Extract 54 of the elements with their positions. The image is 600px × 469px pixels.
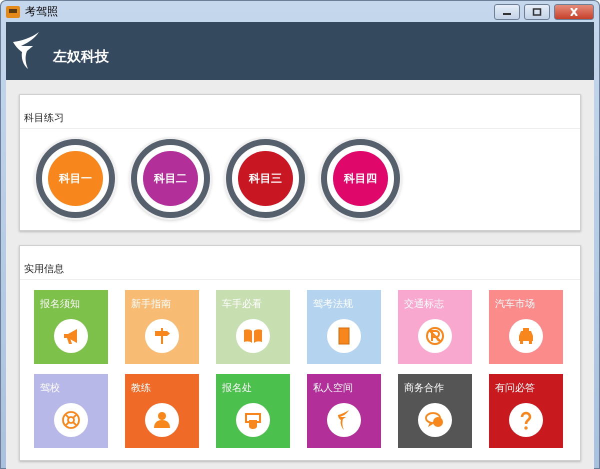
tile-icon	[145, 319, 179, 353]
subject-label: 科目四	[333, 151, 388, 206]
tile-label: 商务合作	[403, 382, 444, 395]
tile-icon	[236, 403, 270, 437]
info-tile[interactable]: 驾校	[34, 374, 108, 448]
close-icon	[569, 8, 579, 16]
subject-button[interactable]: 科目一	[36, 139, 115, 218]
window-title: 考驾照	[25, 4, 59, 19]
close-button[interactable]	[554, 4, 594, 20]
info-tile[interactable]: 汽车市场	[489, 290, 563, 364]
tile-label: 教练	[130, 382, 151, 395]
tile-icon	[327, 403, 361, 437]
subject-label: 科目一	[48, 151, 103, 206]
tile-icon	[145, 403, 179, 437]
minimize-button[interactable]	[494, 4, 520, 20]
maximize-button[interactable]	[524, 4, 550, 20]
section-title: 实用信息	[20, 246, 580, 280]
info-tile[interactable]: 驾考法规	[307, 290, 381, 364]
info-tile[interactable]: 车手必看	[216, 290, 290, 364]
subject-button[interactable]: 科目三	[226, 139, 305, 218]
subject-label: 科目三	[238, 151, 293, 206]
tile-icon	[236, 319, 270, 353]
info-tile[interactable]: 有问必答	[489, 374, 563, 448]
tile-label: 驾考法规	[312, 298, 353, 311]
tile-label: 报名处	[221, 382, 252, 395]
tile-icon	[327, 319, 361, 353]
tile-icon	[509, 403, 543, 437]
info-tile[interactable]: 交通标志	[398, 290, 472, 364]
info-tile[interactable]: 新手指南	[125, 290, 199, 364]
tile-icon	[418, 403, 452, 437]
info-tile[interactable]: 报名须知	[34, 290, 108, 364]
tile-icon	[54, 319, 88, 353]
info-tile[interactable]: 商务合作	[398, 374, 472, 448]
section-title: 科目练习	[20, 95, 580, 129]
tile-label: 交通标志	[403, 298, 444, 311]
info-tile[interactable]: 报名处	[216, 374, 290, 448]
info-tile[interactable]: 教练	[125, 374, 199, 448]
tile-label: 新手指南	[130, 298, 171, 311]
tile-label: 车手必看	[221, 298, 262, 311]
brand-name: 左奴科技	[53, 48, 109, 66]
tile-icon	[418, 319, 452, 353]
tile-label: 有问必答	[494, 382, 535, 395]
subject-button[interactable]: 科目四	[321, 139, 400, 218]
maximize-icon	[532, 8, 542, 16]
info-tile[interactable]: 私人空间	[307, 374, 381, 448]
car-icon	[6, 6, 20, 18]
tile-icon	[54, 403, 88, 437]
tile-label: 汽车市场	[494, 298, 535, 311]
tile-label: 私人空间	[312, 382, 353, 395]
subject-label: 科目二	[143, 151, 198, 206]
tile-label: 驾校	[39, 382, 60, 395]
tile-label: 报名须知	[39, 298, 80, 311]
tile-icon	[509, 319, 543, 353]
subject-button[interactable]: 科目二	[131, 139, 210, 218]
